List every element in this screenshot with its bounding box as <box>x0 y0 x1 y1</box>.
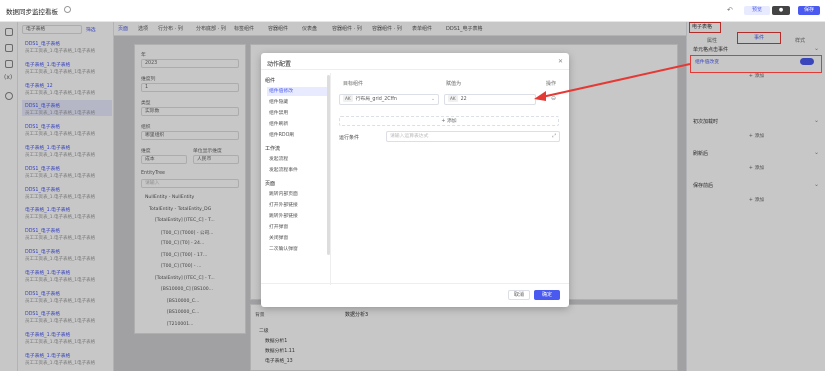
action-category-title: 页面 <box>265 181 276 187</box>
action-category-title: 工作流 <box>265 146 281 152</box>
action-type-item[interactable]: 组件值修改 <box>267 87 327 96</box>
value-tag: AK <box>448 95 458 102</box>
action-type-item[interactable]: 发起流程 <box>267 155 327 164</box>
confirm-button[interactable]: 确定 <box>534 290 560 300</box>
save-button[interactable]: 保存 <box>798 6 820 15</box>
top-bar: 数据同步监控看板 ↶ 预览 ● 保存 <box>0 0 825 22</box>
modal-left-list: 组件组件值修改组件隐藏组件禁用组件刷新组件RDO刷 工作流发起流程发起流程事件 页面… <box>261 73 331 285</box>
undo-icon[interactable]: ↶ <box>727 6 733 14</box>
publish-toggle[interactable]: ● <box>772 6 790 15</box>
cancel-button[interactable]: 取消 <box>508 290 530 300</box>
action-type-item[interactable]: 组件RDO刷 <box>267 131 327 140</box>
assign-value: 22 <box>460 97 467 102</box>
action-type-item[interactable]: 组件刷新 <box>267 120 327 129</box>
action-type-item[interactable]: 二次确认弹窗 <box>267 245 327 254</box>
target-component-select[interactable]: AK 行布局_grid_2Cffn ⌄ <box>339 94 439 105</box>
app-title: 数据同步监控看板 <box>6 8 58 16</box>
action-type-item[interactable]: 组件隐藏 <box>267 98 327 107</box>
col-value-header: 赋值为 <box>446 81 462 87</box>
assign-value-input[interactable]: AK 22 <box>444 94 536 105</box>
action-category-title: 组件 <box>265 78 276 84</box>
modal-divider <box>261 69 569 70</box>
annotation-arrow <box>534 63 691 101</box>
condition-placeholder: 请输入运算表达式 <box>390 134 429 139</box>
back-icon[interactable] <box>64 6 71 13</box>
chevron-down-icon: ⌄ <box>430 97 435 102</box>
target-tag: AK <box>343 95 353 102</box>
modal-left-scrollbar[interactable] <box>327 75 330 255</box>
action-type-item[interactable]: 组件禁用 <box>267 109 327 118</box>
col-target-header: 目标组件 <box>343 81 364 87</box>
expand-icon[interactable]: ⤢ <box>552 132 556 142</box>
action-type-item[interactable]: 发起流程事件 <box>267 166 327 175</box>
action-type-item[interactable]: 打开弹窗 <box>267 223 327 232</box>
action-type-item[interactable]: 关闭弹窗 <box>267 234 327 243</box>
condition-input[interactable]: 请输入运算表达式 ⤢ <box>386 131 560 142</box>
add-row-button[interactable]: + 添加 <box>339 116 559 126</box>
condition-label: 运行条件 <box>339 135 360 141</box>
action-type-item[interactable]: 跳转外部链接 <box>267 212 327 221</box>
highlight-action-box <box>690 55 822 73</box>
action-type-item[interactable]: 打开外部链接 <box>267 201 327 210</box>
target-value: 行布局_grid_2Cffn <box>355 97 397 102</box>
footer-divider <box>261 283 569 284</box>
preview-button[interactable]: 预览 <box>744 6 770 15</box>
action-config-modal: 动作配置 ✕ 组件 组件值修改 组件隐藏 组件禁用 组件刷新 组件RDO刷 工作流 发起流程发… <box>261 53 569 307</box>
modal-title: 动作配置 <box>267 61 292 68</box>
action-type-item[interactable]: 跳转内部页面 <box>267 190 327 199</box>
